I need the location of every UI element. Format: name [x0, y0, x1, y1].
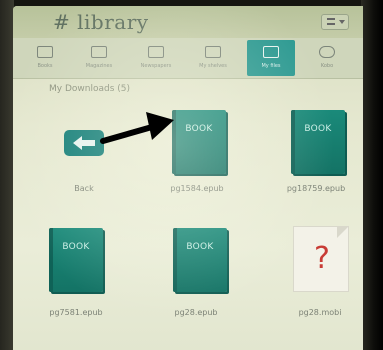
pointer-arrow-icon	[100, 112, 174, 144]
